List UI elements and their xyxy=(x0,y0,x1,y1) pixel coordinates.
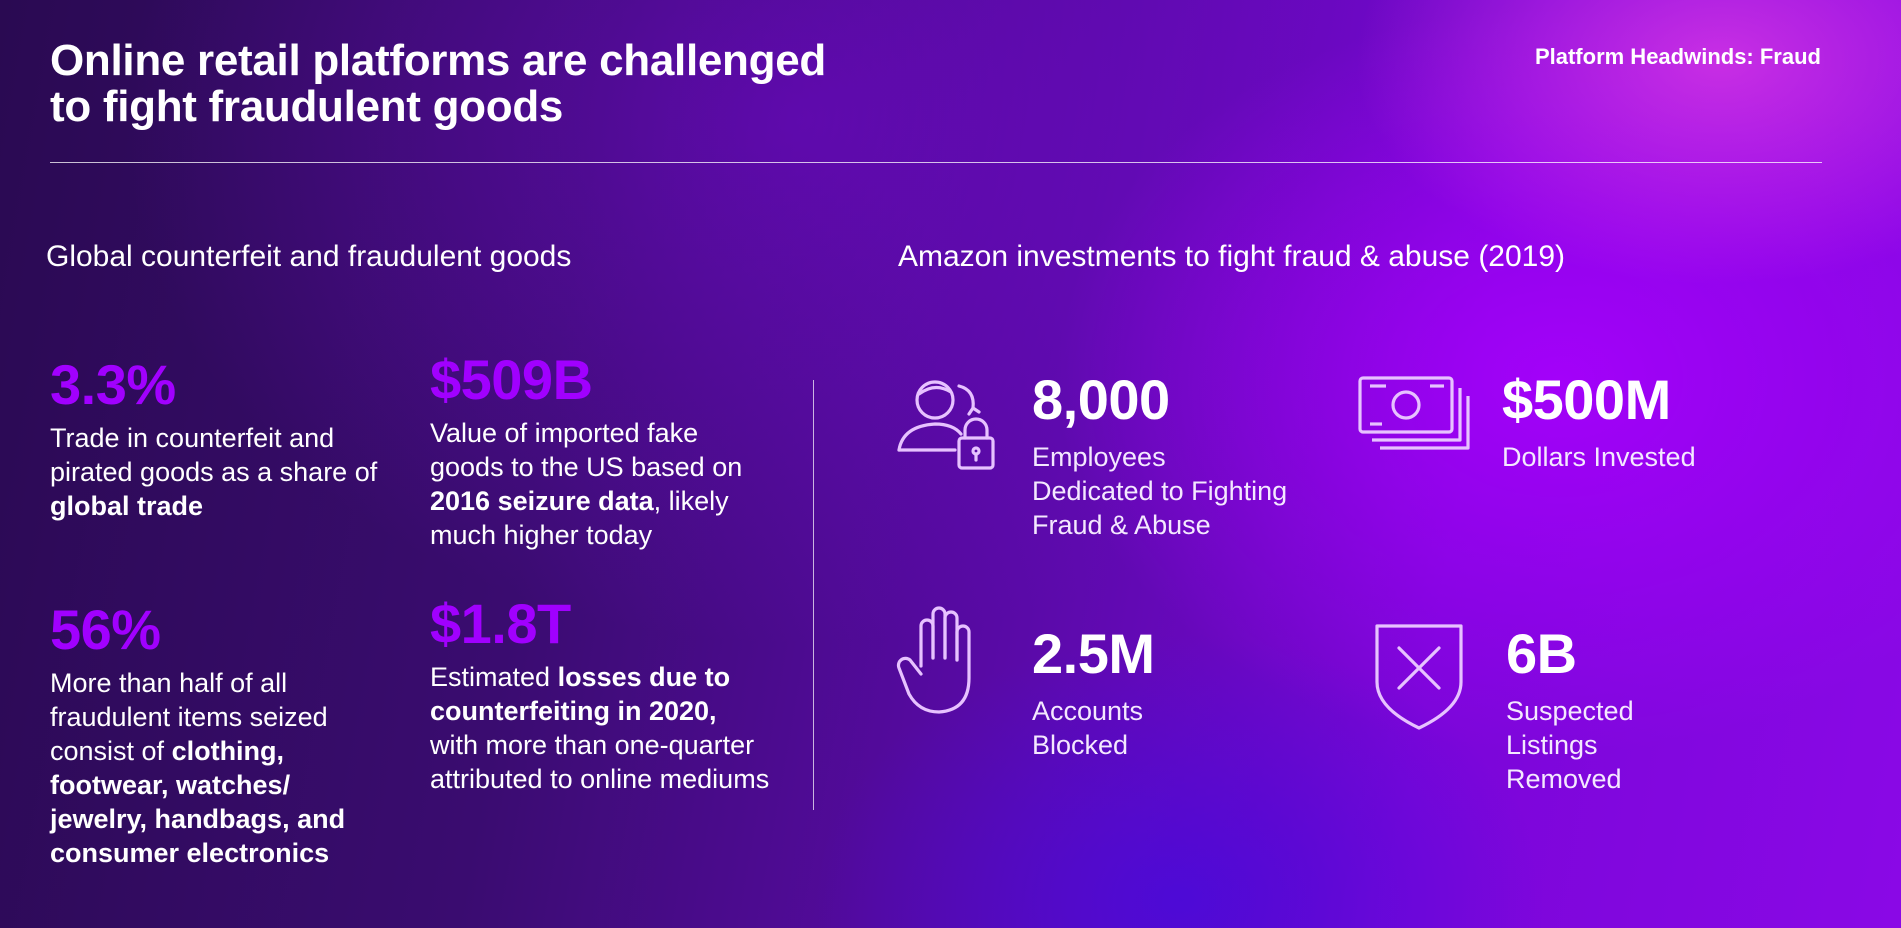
stat-counterfeit-share: 3.3% Trade in counterfeit and pirated go… xyxy=(50,355,380,523)
metric-label: Accounts Blocked xyxy=(1032,696,1144,760)
metric-employees: 8,000 Employees Dedicated to Fighting Fr… xyxy=(1032,370,1287,542)
metric-label: Suspected Listings Removed xyxy=(1506,696,1634,794)
metric-label: Dollars Invested xyxy=(1502,442,1696,472)
section-tagline: Platform Headwinds: Fraud xyxy=(1534,44,1821,69)
stat-description: Estimated losses due to counterfeiting i… xyxy=(430,662,770,794)
left-section-heading: Global counterfeit and fraudulent goods xyxy=(46,240,572,273)
metric-value: 6B xyxy=(1506,622,1577,685)
stat-value: $509B xyxy=(430,348,593,411)
stat-value: 56% xyxy=(50,598,161,661)
metric-listings-removed: 6B Suspected Listings Removed xyxy=(1506,624,1634,796)
metric-accounts-blocked: 2.5M Accounts Blocked xyxy=(1032,624,1155,762)
stat-description: Value of imported fake goods to the US b… xyxy=(430,418,743,550)
metric-dollars-invested: $500M Dollars Invested xyxy=(1502,370,1696,474)
hand-stop-icon xyxy=(895,604,987,716)
stat-value: 3.3% xyxy=(50,353,176,416)
column-divider xyxy=(813,380,814,810)
stat-items-seized: 56% More than half of all fraudulent ite… xyxy=(50,600,380,870)
money-stack-icon xyxy=(1356,374,1476,460)
header-divider xyxy=(50,162,1822,163)
stat-losses: $1.8T Estimated losses due to counterfei… xyxy=(430,594,770,796)
stat-imported-fakes: $509B Value of imported fake goods to th… xyxy=(430,350,750,552)
metric-value: 2.5M xyxy=(1032,622,1155,685)
stat-value: $1.8T xyxy=(430,592,571,655)
page-title: Online retail platforms are challenged t… xyxy=(50,38,1050,130)
metric-value: 8,000 xyxy=(1032,368,1170,431)
stat-description: Trade in counterfeit and pirated goods a… xyxy=(50,423,378,521)
person-lock-icon xyxy=(895,372,1007,482)
metric-label: Employees Dedicated to Fighting Fraud & … xyxy=(1032,442,1288,540)
title-line-2: to fight fraudulent goods xyxy=(50,82,564,131)
title-line-1: Online retail platforms are challenged xyxy=(50,36,826,85)
right-section-heading: Amazon investments to fight fraud & abus… xyxy=(898,240,1566,273)
stat-description: More than half of all fraudulent items s… xyxy=(50,668,346,868)
metric-value: $500M xyxy=(1502,368,1671,431)
shield-x-icon xyxy=(1373,622,1465,732)
